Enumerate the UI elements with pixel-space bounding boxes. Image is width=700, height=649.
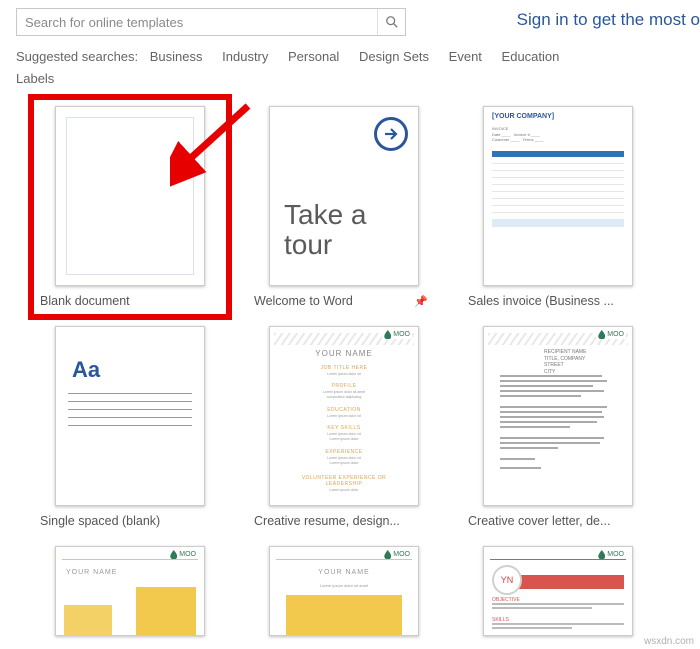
- sign-in-link[interactable]: Sign in to get the most o: [517, 10, 700, 30]
- suggested-item-personal[interactable]: Personal: [288, 49, 339, 64]
- template-caption: Single spaced (blank): [40, 514, 160, 528]
- suggested-item-labels[interactable]: Labels: [16, 71, 54, 86]
- avatar-initials: YN: [492, 565, 522, 595]
- template-welcome-to-word[interactable]: Take a tour Welcome to Word 📌: [254, 106, 434, 308]
- template-thumb: MOO RECIPIENT NAMETITLE, COMPANYSTREETCI…: [483, 326, 633, 506]
- template-caption: Blank document: [40, 294, 130, 308]
- template-creative-resume[interactable]: MOO YOUR NAME JOB TITLE HERELorem ipsum …: [254, 326, 434, 528]
- template-thumb: MOO YOUR NAME Lorem ipsum dolor sit amet: [269, 546, 419, 636]
- search-button[interactable]: [377, 9, 405, 35]
- template-caption: Creative resume, design...: [254, 514, 400, 528]
- moo-logo-icon: MOO: [596, 550, 626, 559]
- suggested-label: Suggested searches:: [16, 49, 138, 64]
- template-resume-red[interactable]: MOO YN OBJECTIVE SKILLS: [468, 546, 648, 636]
- pin-icon[interactable]: 📌: [414, 295, 428, 308]
- suggested-item-design-sets[interactable]: Design Sets: [359, 49, 429, 64]
- arrow-right-icon: [374, 117, 408, 151]
- template-gallery: Blank document Take a tour Welcome to Wo…: [0, 90, 700, 636]
- search-box[interactable]: [16, 8, 406, 36]
- template-resume-yellow-1[interactable]: MOO YOUR NAME: [40, 546, 220, 636]
- template-thumb: [55, 106, 205, 286]
- template-thumb: Aa: [55, 326, 205, 506]
- template-thumb: Take a tour: [269, 106, 419, 286]
- template-caption: Creative cover letter, de...: [468, 514, 610, 528]
- template-resume-yellow-2[interactable]: MOO YOUR NAME Lorem ipsum dolor sit amet: [254, 546, 434, 636]
- moo-logo-icon: MOO: [382, 550, 412, 559]
- suggested-item-industry[interactable]: Industry: [222, 49, 268, 64]
- suggested-item-education[interactable]: Education: [502, 49, 560, 64]
- template-creative-cover-letter[interactable]: MOO RECIPIENT NAMETITLE, COMPANYSTREETCI…: [468, 326, 648, 528]
- template-sales-invoice[interactable]: [YOUR COMPANY] INVOICEDate ____ Invoice …: [468, 106, 648, 308]
- suggested-item-business[interactable]: Business: [150, 49, 203, 64]
- tour-text: Take a tour: [284, 200, 418, 259]
- template-thumb: MOO YOUR NAME: [55, 546, 205, 636]
- template-thumb: MOO YOUR NAME JOB TITLE HERELorem ipsum …: [269, 326, 419, 506]
- suggested-item-event[interactable]: Event: [449, 49, 482, 64]
- search-input[interactable]: [17, 11, 377, 34]
- template-blank-document[interactable]: Blank document: [28, 94, 232, 320]
- template-thumb: [YOUR COMPANY] INVOICEDate ____ Invoice …: [483, 106, 633, 286]
- search-icon: [385, 15, 399, 29]
- moo-logo-icon: MOO: [382, 330, 412, 339]
- suggested-searches: Suggested searches: Business Industry Pe…: [0, 36, 700, 90]
- watermark: wsxdn.com: [644, 636, 694, 647]
- template-thumb: MOO YN OBJECTIVE SKILLS: [483, 546, 633, 636]
- template-caption: Welcome to Word: [254, 294, 353, 308]
- moo-logo-icon: MOO: [596, 330, 626, 339]
- template-single-spaced[interactable]: Aa Single spaced (blank): [40, 326, 220, 528]
- moo-logo-icon: MOO: [168, 550, 198, 559]
- template-caption: Sales invoice (Business ...: [468, 294, 614, 308]
